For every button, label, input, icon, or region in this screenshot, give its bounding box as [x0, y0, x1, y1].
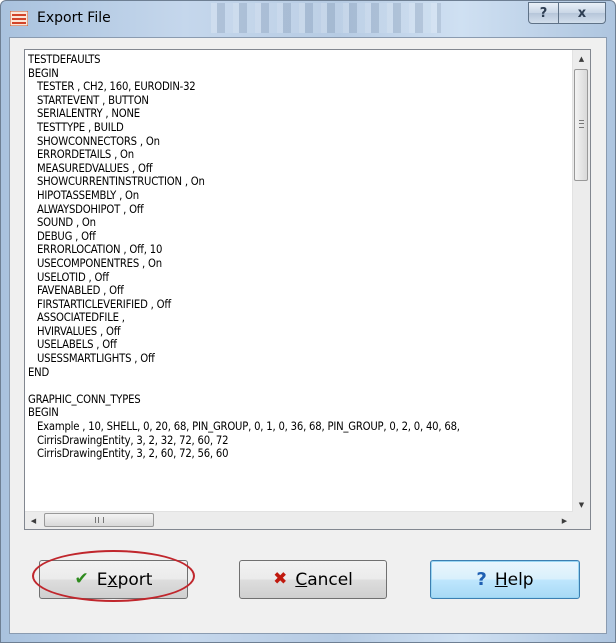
text-line: USELABELS , Off: [28, 338, 117, 352]
text-line: CirrisDrawingEntity, 3, 2, 32, 72, 60, 7…: [28, 433, 229, 447]
text-line: ALWAYSDOHIPOT , Off: [28, 202, 144, 216]
text-line: TESTTYPE , BUILD: [28, 120, 124, 134]
text-line: ERRORLOCATION , Off, 10: [28, 243, 163, 257]
text-line: BEGIN: [28, 406, 59, 420]
text-line: TESTDEFAULTS: [28, 53, 101, 66]
title-bar[interactable]: Export File ? x: [1, 1, 615, 37]
text-line: SOUND , On: [28, 216, 96, 230]
text-line: MEASUREDVALUES , Off: [28, 161, 153, 175]
text-line: DEBUG , Off: [28, 229, 96, 243]
text-line: USESSMARTLIGHTS , Off: [28, 352, 155, 366]
text-line: SERIALENTRY , NONE: [28, 107, 140, 121]
export-text-content[interactable]: TESTDEFAULTS BEGIN TESTER , CH2, 160, EUR…: [28, 53, 571, 512]
checkmark-icon: ✔: [74, 569, 89, 589]
export-button[interactable]: ✔ Export: [39, 560, 188, 599]
app-icon: [10, 11, 28, 26]
text-line: SHOWCONNECTORS , On: [28, 134, 160, 148]
export-text-area[interactable]: TESTDEFAULTS BEGIN TESTER , CH2, 160, EUR…: [24, 49, 591, 530]
text-line: USELOTID , Off: [28, 270, 109, 284]
cancel-x-icon: ✖: [273, 569, 288, 589]
text-line: FAVENABLED , Off: [28, 284, 124, 298]
grip-icon: [579, 120, 584, 128]
text-line: FIRSTARTICLEVERIFIED , Off: [28, 297, 172, 311]
text-line: STARTEVENT , BUTTON: [28, 93, 149, 107]
text-line: GRAPHIC_CONN_TYPES: [28, 392, 141, 406]
text-line: HIPOTASSEMBLY , On: [28, 188, 139, 202]
text-line: [28, 379, 571, 393]
horizontal-scrollbar[interactable]: ◀ ▶: [25, 511, 573, 529]
close-button[interactable]: x: [558, 2, 606, 24]
text-line: END: [28, 365, 50, 379]
cancel-button-label: Cancel: [295, 569, 353, 590]
scroll-up-arrow-icon[interactable]: ▲: [573, 50, 590, 67]
text-line: ERRORDETAILS , On: [28, 148, 134, 162]
text-line: SHOWCURRENTINSTRUCTION , On: [28, 175, 205, 189]
grip-icon: [95, 517, 104, 523]
scrollbar-corner: [573, 512, 590, 529]
vertical-scrollbar[interactable]: ▲ ▼: [572, 50, 590, 513]
text-line: Example , 10, SHELL, 0, 20, 68, PIN_GROU…: [28, 420, 460, 434]
text-line: CirrisDrawingEntity, 3, 2, 60, 72, 56, 6…: [28, 447, 229, 461]
title-help-button[interactable]: ?: [528, 2, 559, 24]
export-button-label: Export: [96, 569, 153, 590]
window-title: Export File: [37, 10, 111, 26]
close-icon: x: [577, 5, 587, 21]
text-line: TESTER , CH2, 160, EURODIN-32: [28, 80, 196, 94]
help-button[interactable]: ? Help: [430, 560, 580, 599]
scroll-down-arrow-icon[interactable]: ▼: [573, 496, 590, 513]
horizontal-scroll-thumb[interactable]: [44, 513, 154, 527]
scroll-right-arrow-icon[interactable]: ▶: [556, 512, 573, 529]
vertical-scroll-thumb[interactable]: [574, 69, 588, 181]
title-bar-decoration: [211, 3, 441, 33]
text-line: USECOMPONENTRES , On: [28, 256, 162, 270]
text-line: HVIRVALUES , Off: [28, 324, 121, 338]
scroll-left-arrow-icon[interactable]: ◀: [25, 512, 42, 529]
question-icon: ?: [539, 5, 548, 21]
cancel-button[interactable]: ✖ Cancel: [239, 560, 387, 599]
help-button-label: Help: [494, 569, 534, 590]
text-line: BEGIN: [28, 66, 59, 80]
dialog-client-area: TESTDEFAULTS BEGIN TESTER , CH2, 160, EUR…: [9, 37, 607, 634]
export-file-dialog: Export File ? x TESTDEFAULTS BEGIN TESTER…: [0, 0, 616, 643]
help-question-icon: ?: [476, 568, 487, 590]
text-line: ASSOCIATEDFILE ,: [28, 311, 125, 325]
